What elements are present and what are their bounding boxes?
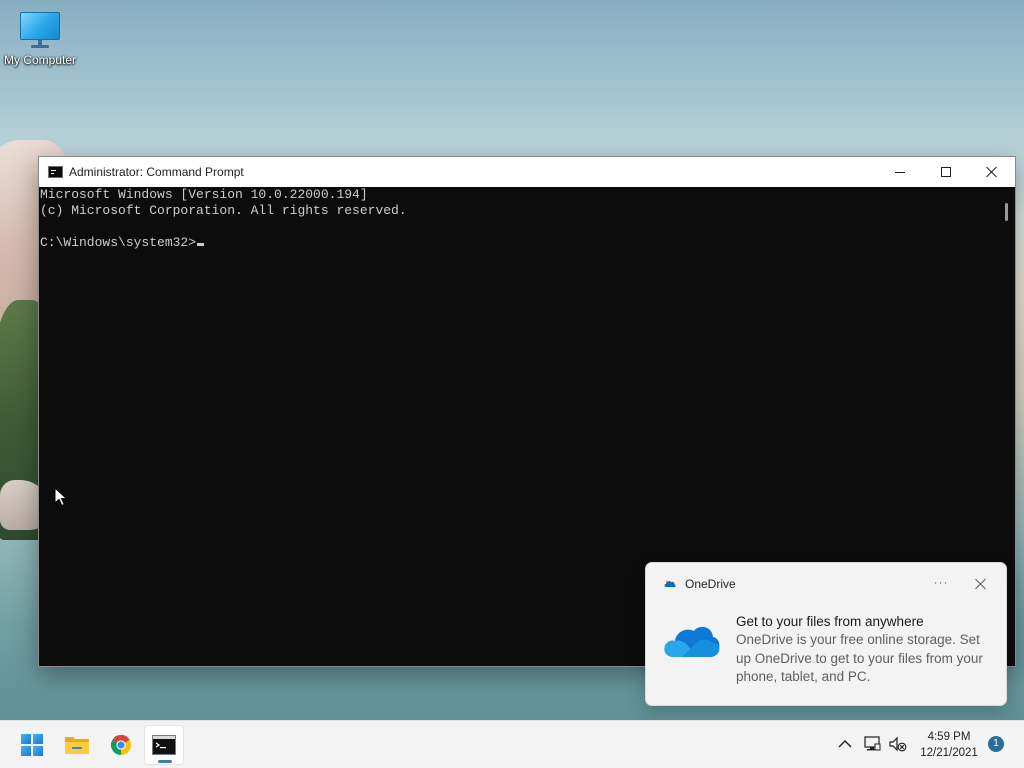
window-controls bbox=[877, 157, 1015, 187]
notification-title: Get to your files from anywhere bbox=[736, 614, 924, 629]
taskbar: 4:59 PM 12/21/2021 1 bbox=[0, 720, 1024, 768]
notification-center-badge[interactable]: 1 bbox=[988, 736, 1004, 752]
notification-body: Get to your files from anywhere OneDrive… bbox=[736, 613, 998, 687]
scrollbar-thumb[interactable] bbox=[1005, 203, 1008, 221]
volume-muted-icon[interactable] bbox=[888, 735, 908, 753]
clock-date: 12/21/2021 bbox=[920, 747, 978, 759]
network-icon[interactable] bbox=[862, 735, 882, 753]
taskbar-chrome[interactable] bbox=[101, 725, 141, 765]
notification-message: OneDrive is your free online storage. Se… bbox=[736, 632, 983, 684]
maximize-icon bbox=[941, 167, 951, 177]
console-prompt-line: C:\Windows\system32> bbox=[40, 235, 999, 251]
console-icon bbox=[48, 166, 63, 178]
taskbar-command-prompt[interactable] bbox=[144, 725, 184, 765]
window-titlebar[interactable]: Administrator: Command Prompt bbox=[39, 157, 1015, 187]
text-cursor bbox=[197, 243, 205, 246]
taskbar-file-explorer[interactable] bbox=[57, 725, 97, 765]
minimize-icon bbox=[895, 171, 905, 173]
mouse-pointer-icon bbox=[54, 487, 68, 507]
more-options-button[interactable]: ··· bbox=[932, 575, 950, 593]
system-clock[interactable]: 4:59 PM 12/21/2021 bbox=[914, 729, 984, 761]
monitor-icon bbox=[18, 10, 62, 50]
notification-header: OneDrive ··· bbox=[646, 563, 1006, 605]
console-icon bbox=[152, 735, 176, 755]
onedrive-cloud-icon bbox=[664, 626, 720, 657]
console-line: (c) Microsoft Corporation. All rights re… bbox=[40, 203, 407, 218]
minimize-button[interactable] bbox=[877, 157, 923, 187]
active-app-indicator bbox=[158, 760, 172, 763]
onedrive-notification[interactable]: OneDrive ··· Get to your files from anyw… bbox=[645, 562, 1007, 706]
onedrive-small-icon bbox=[664, 580, 676, 587]
close-icon bbox=[986, 166, 998, 178]
windows-start-icon bbox=[21, 734, 43, 756]
chrome-icon bbox=[110, 734, 132, 756]
show-hidden-icons-chevron-icon[interactable] bbox=[836, 735, 854, 753]
console-line: Microsoft Windows [Version 10.0.22000.19… bbox=[40, 187, 368, 202]
start-button[interactable] bbox=[12, 725, 52, 765]
notification-app-name: OneDrive bbox=[685, 577, 736, 591]
notification-close-button[interactable] bbox=[974, 577, 988, 591]
window-title: Administrator: Command Prompt bbox=[69, 165, 244, 179]
clock-time: 4:59 PM bbox=[927, 731, 971, 743]
console-prompt: C:\Windows\system32> bbox=[40, 235, 197, 250]
close-button[interactable] bbox=[969, 157, 1015, 187]
desktop-icon-my-computer[interactable]: My Computer bbox=[2, 10, 78, 76]
maximize-button[interactable] bbox=[923, 157, 969, 187]
folder-icon bbox=[65, 737, 89, 754]
desktop-icon-label: My Computer bbox=[3, 53, 77, 67]
